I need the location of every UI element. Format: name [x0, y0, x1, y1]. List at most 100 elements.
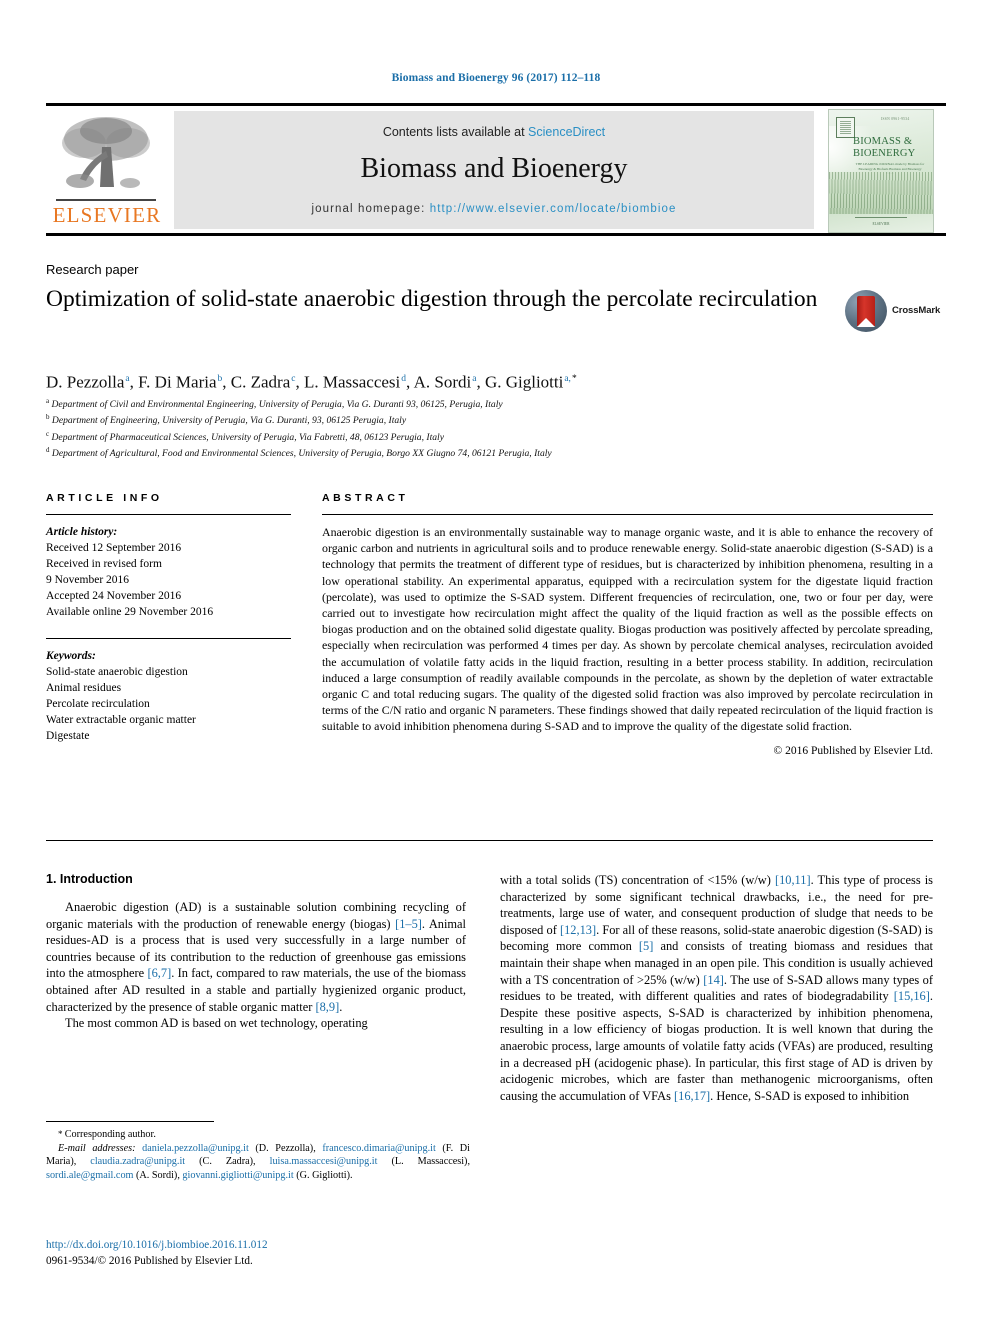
cover-publisher: ELSEVIER — [872, 222, 890, 226]
author-affiliation-mark: a, — [564, 374, 571, 384]
corresponding-author-mark: * — [571, 374, 577, 384]
author-name: F. Di Maria — [138, 372, 217, 392]
author-affiliation-mark: a — [472, 374, 477, 384]
cover-issn-code: ISSN 0961-9534 — [881, 117, 910, 121]
email-link[interactable]: luisa.massaccesi@unipg.it — [270, 1156, 378, 1167]
keyword-item: Digestate — [46, 730, 90, 742]
article-info-heading: ARTICLE INFO — [46, 492, 163, 504]
journal-homepage-link[interactable]: http://www.elsevier.com/locate/biombioe — [430, 203, 677, 215]
cover-emblem-icon — [836, 117, 855, 138]
keyword-item: Solid-state anaerobic digestion — [46, 666, 188, 678]
citation-link[interactable]: [6,7] — [147, 966, 171, 980]
crossmark-book-icon — [857, 296, 875, 327]
article-history-label: Article history: — [46, 526, 118, 538]
masthead-panel: Contents lists available at ScienceDirec… — [174, 111, 814, 229]
citation-link[interactable]: [8,9] — [315, 1000, 339, 1014]
crossmark-circle-icon — [845, 290, 887, 332]
citation-link[interactable]: [16,17] — [674, 1089, 710, 1103]
citation-link[interactable]: [12,13] — [560, 923, 596, 937]
citation-link[interactable]: [5] — [639, 939, 653, 953]
citation-link[interactable]: [1–5] — [395, 917, 422, 931]
footnote-rule — [46, 1121, 214, 1122]
journal-cover-thumbnail: ISSN 0961-9534 BIOMASS & BIOENERGY THE L… — [828, 109, 934, 233]
body-paragraph: with a total solids (TS) concentration o… — [500, 873, 934, 1103]
citation-link[interactable]: [14] — [703, 973, 724, 987]
email-link[interactable]: francesco.dimaria@unipg.it — [322, 1143, 435, 1154]
email-label: E-mail addresses: — [58, 1142, 143, 1154]
article-history-item: Available online 29 November 2016 — [46, 606, 214, 618]
author-name: L. Massaccesi — [303, 372, 401, 392]
affiliation-item: c Department of Pharmaceutical Sciences,… — [46, 429, 444, 443]
elsevier-tree-icon — [56, 113, 156, 199]
body-paragraph: Anaerobic digestion (AD) is a sustainabl… — [46, 900, 466, 1014]
cover-title-line1: BIOMASS & — [853, 136, 913, 147]
intro-right-paragraphs: with a total solids (TS) concentration o… — [500, 872, 933, 1104]
doi-block: http://dx.doi.org/10.1016/j.biombioe.201… — [46, 1238, 476, 1269]
keyword-item: Water extractable organic matter — [46, 714, 196, 726]
affiliation-mark: a — [46, 397, 50, 405]
affiliation-item: a Department of Civil and Environmental … — [46, 397, 503, 411]
keyword-item: Percolate recirculation — [46, 698, 150, 710]
email-link[interactable]: claudia.zadra@unipg.it — [90, 1156, 185, 1167]
email-link[interactable]: daniela.pezzolla@unipg.it — [142, 1143, 249, 1154]
abstract-text: Anaerobic digestion is an environmentall… — [322, 525, 933, 734]
article-history-item: Received 12 September 2016 — [46, 542, 182, 554]
elsevier-logo-rule — [56, 199, 156, 201]
affiliation-mark: c — [46, 429, 50, 438]
cover-landscape-decoration — [829, 172, 933, 214]
affiliation-mark: d — [46, 446, 50, 455]
title-block: Optimization of solid-state anaerobic di… — [46, 285, 836, 314]
keyword-item: Animal residues — [46, 682, 122, 694]
article-info-column: ARTICLE INFO Article history: Received 1… — [46, 492, 291, 744]
doi-link[interactable]: http://dx.doi.org/10.1016/j.biombioe.201… — [46, 1238, 476, 1254]
body-column-right: with a total solids (TS) concentration o… — [500, 872, 933, 1104]
email-link[interactable]: sordi.ale@gmail.com — [46, 1170, 133, 1181]
article-history-item: Accepted 24 November 2016 — [46, 590, 182, 602]
author-name: G. Gigliotti — [484, 372, 564, 392]
article-history-list: Received 12 September 2016 Received in re… — [46, 540, 291, 620]
author-affiliation-mark: c — [291, 374, 296, 384]
running-head: Biomass and Bioenergy 96 (2017) 112–118 — [391, 72, 601, 84]
page-title: Optimization of solid-state anaerobic di… — [46, 286, 818, 312]
contents-available-line: Contents lists available at ScienceDirec… — [174, 125, 814, 139]
citation-link[interactable]: [15,16] — [894, 989, 930, 1003]
affiliation-item: b Department of Engineering, University … — [46, 413, 407, 427]
masthead-top-rule — [46, 103, 946, 106]
author-name: D. Pezzolla — [46, 372, 125, 392]
keywords-list: Solid-state anaerobic digestion Animal re… — [46, 664, 291, 744]
citation-link[interactable]: [10,11] — [775, 873, 811, 887]
masthead-bottom-rule — [46, 233, 946, 236]
sciencedirect-link[interactable]: ScienceDirect — [528, 125, 605, 139]
journal-masthead: ELSEVIER Contents lists available at Sci… — [46, 103, 946, 236]
section-divider-rule — [46, 840, 933, 841]
footnote-block: * Corresponding author. E-mail addresses:… — [46, 1128, 470, 1182]
author-affiliation-mark: a — [125, 374, 130, 384]
crossmark-badge[interactable]: CrossMark — [845, 290, 941, 334]
email-link[interactable]: giovanni.gigliotti@unipg.it — [182, 1170, 293, 1181]
body-column-left: 1. Introduction Anaerobic digestion (AD)… — [46, 872, 466, 1032]
author-name: A. Sordi — [413, 372, 472, 392]
article-history-item: 9 November 2016 — [46, 574, 130, 586]
article-info-rule — [46, 514, 291, 515]
elsevier-logo: ELSEVIER — [48, 111, 166, 229]
cover-title-line2: BIOENERGY — [853, 148, 916, 159]
journal-title: Biomass and Bioenergy — [360, 153, 628, 184]
homepage-prefix: journal homepage: — [311, 203, 430, 215]
issn-copyright-line: 0961-9534/© 2016 Published by Elsevier L… — [46, 1254, 253, 1267]
article-history-item: Received in revised form — [46, 558, 162, 570]
author-list: D. Pezzollaa, F. Di Mariab, C. Zadrac, L… — [46, 372, 577, 392]
contents-prefix: Contents lists available at — [382, 125, 529, 139]
author-affiliation-mark: d — [401, 374, 407, 384]
keywords-rule — [46, 638, 291, 639]
cover-footer-rule — [855, 217, 907, 218]
cover-title: BIOMASS & BIOENERGY — [853, 136, 929, 160]
paper-page: Biomass and Bioenergy 96 (2017) 112–118 — [0, 0, 992, 1323]
abstract-column: ABSTRACT Anaerobic digestion is an envir… — [322, 492, 933, 757]
corresponding-star-icon: * — [58, 1129, 65, 1139]
body-paragraph: The most common AD is based on wet techn… — [65, 1016, 368, 1031]
elsevier-wordmark: ELSEVIER — [52, 203, 162, 227]
keywords-label: Keywords: — [46, 650, 96, 662]
crossmark-label: CrossMark — [892, 305, 941, 316]
affiliation-item: d Department of Agricultural, Food and E… — [46, 446, 552, 460]
abstract-heading: ABSTRACT — [322, 492, 409, 504]
